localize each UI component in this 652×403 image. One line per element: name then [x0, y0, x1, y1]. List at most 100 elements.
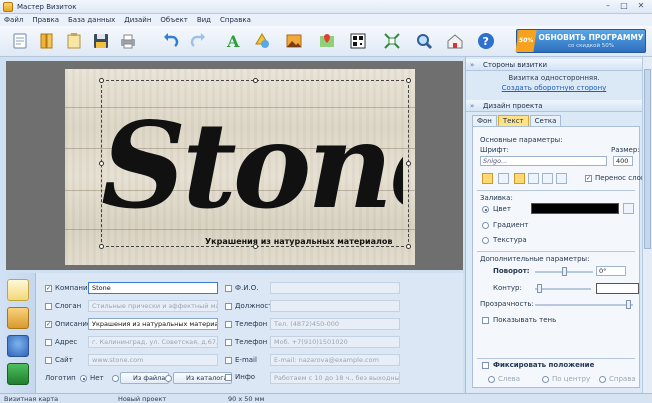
outline-slider[interactable]	[535, 284, 591, 293]
fix-center-radio[interactable]	[542, 376, 549, 383]
open-book-icon[interactable]	[36, 30, 58, 52]
menu-database[interactable]: База данных	[68, 16, 115, 24]
info-input[interactable]: Работаем с 10 до 18 ч., без выходных	[270, 372, 400, 384]
menu-file[interactable]: Файл	[4, 16, 23, 24]
edit-fields-icon[interactable]	[7, 279, 29, 301]
phone2-input[interactable]: Моб. +7(910)1501020	[270, 336, 400, 348]
rotation-slider[interactable]	[535, 267, 593, 276]
resize-handle[interactable]	[406, 244, 411, 249]
sides-section-header[interactable]: » Стороны визитки	[466, 59, 642, 71]
menu-object[interactable]: Объект	[160, 16, 187, 24]
menu-view[interactable]: Вид	[197, 16, 211, 24]
address-input[interactable]: г. Калининград, ул. Советская, д.67, оф.…	[88, 336, 218, 348]
resize-handle[interactable]	[253, 78, 258, 83]
new-card-icon[interactable]	[9, 30, 31, 52]
company-input[interactable]: Stone	[88, 282, 218, 294]
address-checkbox[interactable]	[45, 339, 52, 346]
align-justify-button[interactable]	[556, 173, 567, 184]
phone2-checkbox[interactable]	[225, 339, 232, 346]
fill-gradient-label: Градиент	[493, 221, 529, 229]
excel-import-icon[interactable]	[7, 363, 29, 385]
add-shape-icon[interactable]	[251, 30, 273, 52]
book-icon[interactable]	[7, 307, 29, 329]
description-checkbox[interactable]: ✓	[45, 321, 52, 328]
add-map-icon[interactable]	[316, 30, 338, 52]
logo-from-catalog-button[interactable]: Из каталога	[173, 372, 232, 384]
company-checkbox[interactable]: ✓	[45, 285, 52, 292]
site-checkbox[interactable]	[45, 357, 52, 364]
tab-grid[interactable]: Сетка	[529, 115, 562, 126]
logo-file-radio[interactable]	[112, 375, 119, 382]
panel-scrollbar[interactable]	[642, 57, 652, 393]
fix-position-checkbox[interactable]	[482, 362, 489, 369]
redo-icon[interactable]	[187, 30, 209, 52]
help-icon[interactable]: ?	[475, 30, 497, 52]
order-print-icon[interactable]	[444, 30, 466, 52]
font-select[interactable]: Snigo...	[480, 156, 607, 166]
email-input[interactable]: E-mail: nazarova@example.com	[270, 354, 400, 366]
fill-texture-radio[interactable]	[482, 237, 489, 244]
logo-none-radio[interactable]	[80, 375, 87, 382]
zoom-icon[interactable]	[413, 30, 435, 52]
resize-handle[interactable]	[99, 78, 104, 83]
text-style-button[interactable]	[498, 173, 509, 184]
add-text-icon[interactable]: A	[223, 30, 245, 52]
save-icon[interactable]	[90, 30, 112, 52]
logo-from-file-button[interactable]: Из файла	[120, 372, 170, 384]
minimize-button[interactable]: –	[601, 1, 615, 12]
menu-help[interactable]: Справка	[220, 16, 251, 24]
resize-handle[interactable]	[99, 161, 104, 166]
close-button[interactable]: ✕	[634, 1, 648, 12]
align-left-button[interactable]	[514, 173, 525, 184]
business-card[interactable]: Stone Украшения из натуральных материало…	[65, 69, 415, 265]
menu-edit[interactable]: Правка	[32, 16, 59, 24]
upgrade-promo-button[interactable]: 50% ОБНОВИТЬ ПРОГРАММУ со скидкой 50%	[515, 29, 646, 53]
fill-color-swatch[interactable]	[531, 203, 619, 214]
align-right-button[interactable]	[542, 173, 553, 184]
add-qr-icon[interactable]	[347, 30, 369, 52]
design-section-header[interactable]: » Дизайн проекта	[466, 100, 642, 112]
logo-catalog-radio[interactable]	[165, 375, 172, 382]
menu-design[interactable]: Дизайн	[124, 16, 151, 24]
fill-color-radio[interactable]	[482, 206, 489, 213]
eyedropper-icon[interactable]	[623, 203, 634, 214]
add-image-icon[interactable]	[283, 30, 305, 52]
resize-handle[interactable]	[406, 78, 411, 83]
word-wrap-checkbox[interactable]: ✓	[585, 175, 592, 182]
align-center-button[interactable]	[528, 173, 539, 184]
outline-color-swatch[interactable]	[596, 283, 639, 294]
resize-handle[interactable]	[99, 244, 104, 249]
fit-icon[interactable]	[381, 30, 403, 52]
print-icon[interactable]	[117, 30, 139, 52]
info-checkbox[interactable]	[225, 374, 232, 381]
contacts-icon[interactable]	[7, 335, 29, 357]
email-checkbox[interactable]	[225, 357, 232, 364]
fix-right-radio[interactable]	[599, 376, 606, 383]
rotation-input[interactable]: 0°	[596, 266, 626, 276]
undo-icon[interactable]	[160, 30, 182, 52]
text-effect-button[interactable]	[482, 173, 493, 184]
fix-left-radio[interactable]	[488, 376, 495, 383]
tab-background[interactable]: Фон	[472, 115, 497, 126]
phone1-input[interactable]: Тел. (4872)450-000	[270, 318, 400, 330]
fio-input[interactable]	[270, 282, 400, 294]
tab-text[interactable]: Текст	[497, 115, 529, 126]
design-canvas[interactable]: Stone Украшения из натуральных материало…	[6, 61, 463, 270]
fill-gradient-radio[interactable]	[482, 222, 489, 229]
fio-checkbox[interactable]	[225, 285, 232, 292]
position-input[interactable]	[270, 300, 400, 312]
create-back-side-link[interactable]: Создать оборотную сторону	[466, 84, 642, 92]
maximize-button[interactable]: □	[617, 1, 631, 12]
position-checkbox[interactable]	[225, 303, 232, 310]
phone1-checkbox[interactable]	[225, 321, 232, 328]
shadow-checkbox[interactable]	[482, 317, 489, 324]
resize-handle[interactable]	[406, 161, 411, 166]
slogan-checkbox[interactable]	[45, 303, 52, 310]
size-input[interactable]: 400	[613, 156, 633, 166]
transparency-slider[interactable]	[535, 300, 633, 309]
resize-handle[interactable]	[253, 244, 258, 249]
description-input[interactable]: Украшения из натуральных материалов	[88, 318, 218, 330]
templates-icon[interactable]	[63, 30, 85, 52]
slogan-input[interactable]: Стильные прически и эффектный макияж	[88, 300, 218, 312]
site-input[interactable]: www.stone.com	[88, 354, 218, 366]
